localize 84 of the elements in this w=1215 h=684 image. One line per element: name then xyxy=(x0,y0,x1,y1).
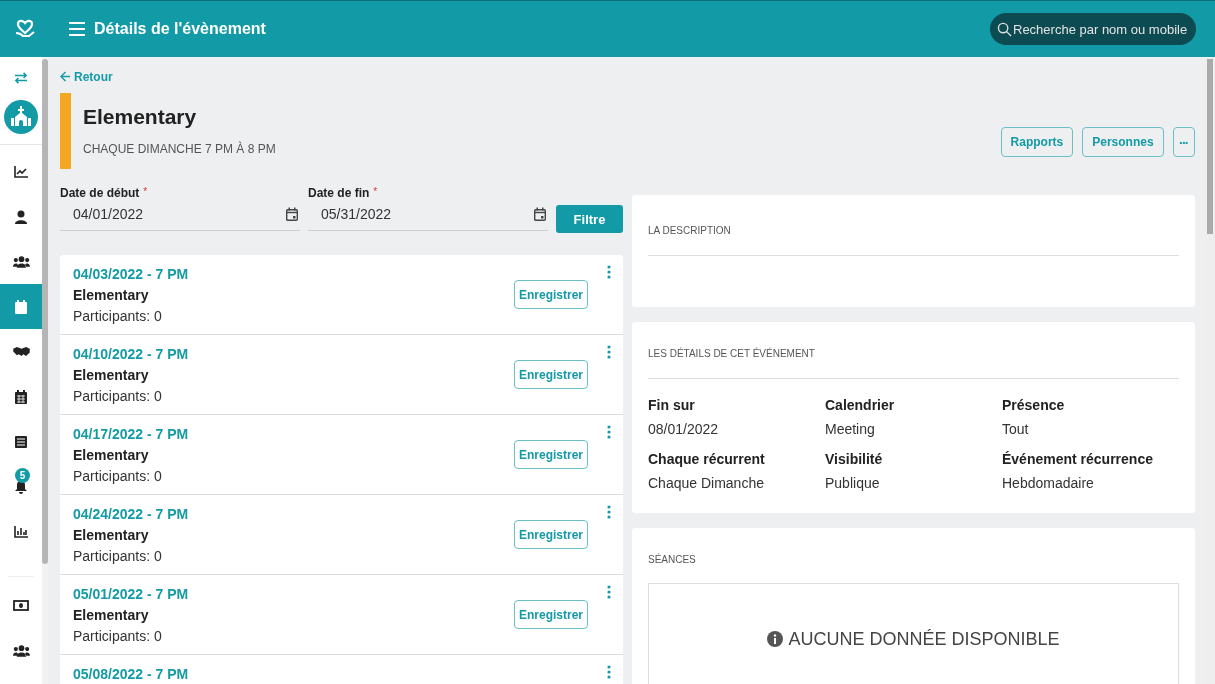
field-label: Calendrier xyxy=(825,397,896,413)
date-field[interactable]: 04/01/2022 xyxy=(60,202,300,231)
event-schedule: CHAQUE DIMANCHE 7 PM À 8 PM xyxy=(83,142,277,156)
card-title: LA DESCRIPTION xyxy=(648,225,732,236)
person-icon xyxy=(15,209,27,224)
participants-count: Participants: 0 xyxy=(73,548,163,564)
action-button[interactable]: Personnes xyxy=(1082,127,1164,157)
register-button[interactable]: Enregistrer xyxy=(513,600,588,629)
back-link[interactable]: Retour xyxy=(60,69,113,84)
more-icon[interactable] xyxy=(607,665,611,679)
date-label: Date de début xyxy=(60,186,140,202)
field-value: Tout xyxy=(1002,421,1030,437)
more-icon[interactable] xyxy=(607,265,611,279)
more-icon[interactable] xyxy=(607,505,611,519)
session-card[interactable]: 04/24/2022 - 7 PM Elementary Participants: 0 Enregistrer xyxy=(60,495,623,575)
more-icon[interactable] xyxy=(607,585,611,599)
group-icon xyxy=(12,255,30,268)
notification-badge: 5 xyxy=(15,467,30,483)
field-label: Événement récurrence xyxy=(1002,451,1154,467)
back-arrow-icon xyxy=(60,71,71,82)
field-label: Chaque récurrent xyxy=(648,451,766,467)
field-value: Meeting xyxy=(825,421,876,437)
required-mark: * xyxy=(143,186,148,199)
field-value: 08/01/2022 xyxy=(648,421,720,437)
session-card[interactable]: 04/10/2022 - 7 PM Elementary Participants: 0 Enregistrer xyxy=(60,335,623,415)
session-card[interactable]: 05/01/2022 - 7 PM Elementary Participants: 0 Enregistrer xyxy=(60,575,623,655)
calendar-icon xyxy=(534,207,546,221)
search-field[interactable]: Recherche par nom ou mobile xyxy=(990,13,1196,45)
session-date: 04/17/2022 - 7 PM xyxy=(73,426,190,442)
session-card[interactable]: 04/03/2022 - 7 PM Elementary Participants: 0 Enregistrer xyxy=(60,255,623,335)
action-button[interactable]: Rapports xyxy=(1000,127,1074,157)
register-button[interactable]: Enregistrer xyxy=(513,440,588,469)
session-date: 05/08/2022 - 7 PM xyxy=(73,666,190,682)
line-chart-icon xyxy=(14,165,28,178)
sidebar-item[interactable]: 5 xyxy=(0,464,42,509)
calendar-grid-icon xyxy=(15,389,27,404)
session-date: 04/24/2022 - 7 PM xyxy=(73,506,190,522)
session-name: Elementary xyxy=(73,287,150,303)
required-mark: * xyxy=(373,186,378,199)
register-button[interactable]: Enregistrer xyxy=(513,360,588,389)
field-label: Visibilité xyxy=(825,451,884,467)
more-button[interactable]: ••• xyxy=(1172,127,1195,157)
event-title: Elementary xyxy=(83,105,198,129)
info-icon xyxy=(767,631,784,647)
participants-count: Participants: 0 xyxy=(73,468,163,484)
participants-count: Participants: 0 xyxy=(73,628,163,644)
filter-button[interactable]: Filtre xyxy=(556,205,623,233)
session-card[interactable]: 05/08/2022 - 7 PM xyxy=(60,655,623,684)
banknote-icon xyxy=(13,600,29,611)
field-value: Chaque Dimanche xyxy=(648,475,765,491)
calendar-icon xyxy=(286,207,298,221)
list-icon xyxy=(15,435,27,448)
church-icon xyxy=(4,100,38,134)
session-name: Elementary xyxy=(73,527,150,543)
session-name: Elementary xyxy=(73,607,150,623)
calendar-icon xyxy=(15,299,27,314)
page-title: Détails de l'évènement xyxy=(94,20,267,38)
search-icon xyxy=(997,22,1012,37)
empty-message: AUCUNE DONNÉE DISPONIBLE xyxy=(788,628,1060,650)
more-icon[interactable] xyxy=(607,425,611,439)
session-name: Elementary xyxy=(73,447,150,463)
menu-icon[interactable] xyxy=(69,22,85,36)
group-icon xyxy=(12,644,30,657)
date-label: Date de fin xyxy=(308,186,370,202)
session-date: 05/01/2022 - 7 PM xyxy=(73,586,190,602)
register-button[interactable]: Enregistrer xyxy=(513,520,588,549)
field-value: Hebdomadaire xyxy=(1002,475,1095,491)
session-card[interactable]: 04/17/2022 - 7 PM Elementary Participants: 0 Enregistrer xyxy=(60,415,623,495)
card-title: LES DÉTAILS DE CET ÉVÉNEMENT xyxy=(648,348,816,359)
session-date: 04/10/2022 - 7 PM xyxy=(73,346,190,362)
swap-icon xyxy=(14,71,28,84)
bell-icon xyxy=(15,479,27,494)
session-date: 04/03/2022 - 7 PM xyxy=(73,266,190,282)
field-value: Publique xyxy=(825,475,881,491)
more-icon[interactable] xyxy=(607,345,611,359)
field-label: Présence xyxy=(1002,397,1066,413)
field-label: Fin sur xyxy=(648,397,696,413)
bar-chart-icon xyxy=(14,525,28,538)
register-button[interactable]: Enregistrer xyxy=(513,280,588,309)
participants-count: Participants: 0 xyxy=(73,308,163,324)
participants-count: Participants: 0 xyxy=(73,388,163,404)
session-name: Elementary xyxy=(73,367,150,383)
date-field[interactable]: 05/31/2022 xyxy=(308,202,548,231)
card-title: SÉANCES xyxy=(648,554,697,565)
